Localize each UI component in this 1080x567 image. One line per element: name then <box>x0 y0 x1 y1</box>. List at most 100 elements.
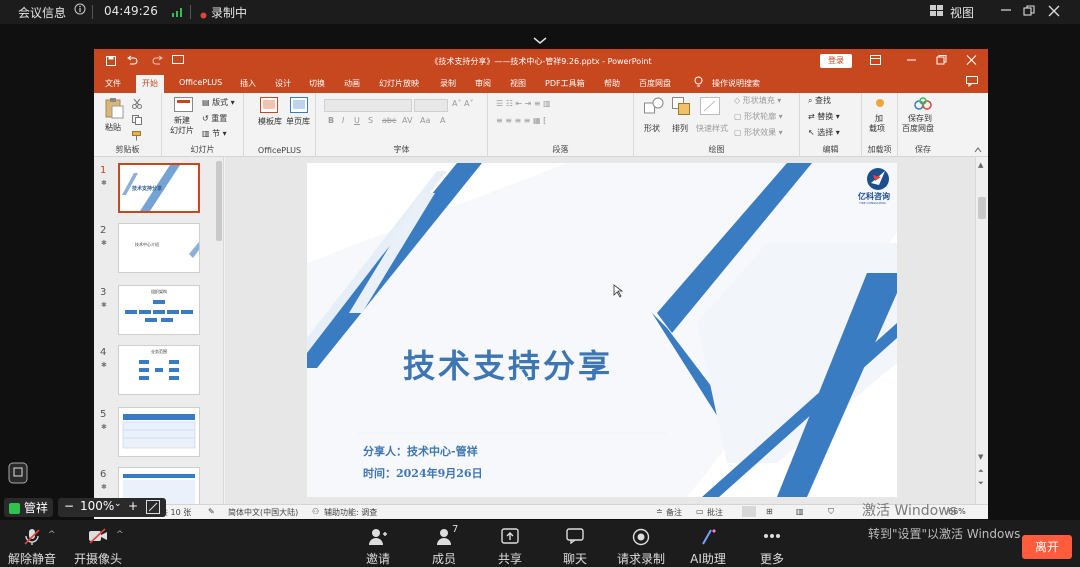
underline-icon[interactable]: U <box>354 116 360 125</box>
grid-view-icon[interactable] <box>930 5 943 20</box>
prev-slide-icon[interactable]: ⏶ <box>978 467 984 476</box>
comments-icon[interactable] <box>966 76 978 89</box>
spellcheck-icon[interactable]: ✎ <box>208 507 215 516</box>
shape-button[interactable]: 形状 <box>644 123 660 134</box>
slide-thumbnail[interactable]: 3 ✱ 组织架构 <box>94 285 212 337</box>
leave-button[interactable]: 离开 <box>1022 535 1072 559</box>
shape-fill-button[interactable]: ◇ 形状填充 ▾ <box>734 95 781 106</box>
request-record-button[interactable]: 请求录制 <box>610 520 672 566</box>
slide[interactable]: 亿科咨询 YIKE CONSULTING 技术支持分享 分享人：技术中心-管祥 … <box>307 163 897 497</box>
minimize-icon[interactable] <box>1000 2 1012 19</box>
scroll-down-icon[interactable]: ▼ <box>978 453 983 461</box>
bold-icon[interactable]: B <box>328 116 334 125</box>
shapes-icon[interactable] <box>644 97 664 117</box>
annotate-icon[interactable] <box>146 500 160 517</box>
camera-button[interactable]: 开摄像头 <box>70 520 126 566</box>
baidu-netdisk-icon[interactable] <box>913 97 933 113</box>
tab-transitions[interactable]: 切换 <box>309 78 325 89</box>
restore-icon[interactable] <box>936 55 947 67</box>
strikethrough-icon[interactable]: abc <box>382 116 396 125</box>
zoom-out-button[interactable]: − <box>64 499 74 513</box>
chevron-down-icon[interactable] <box>533 30 547 49</box>
slide-thumbnail[interactable]: 2 ✱ 技术中心介绍 <box>94 223 212 275</box>
new-slide-icon[interactable] <box>174 97 194 115</box>
arrange-icon[interactable] <box>672 97 692 117</box>
collapse-ribbon-icon[interactable] <box>974 146 982 155</box>
tab-record[interactable]: 录制 <box>440 78 456 89</box>
tell-me-search[interactable]: 操作说明搜索 <box>712 78 760 89</box>
reset-button[interactable]: ↺ 重置 <box>202 113 227 124</box>
ribbon-display-icon[interactable] <box>870 55 881 67</box>
scroll-up-icon[interactable]: ▲ <box>978 161 983 169</box>
next-slide-icon[interactable]: ⏷ <box>978 479 984 488</box>
scroll-thumb[interactable] <box>978 197 986 219</box>
comments-button[interactable]: 批注 <box>707 507 723 518</box>
audio-options-icon[interactable]: ^ <box>48 530 56 540</box>
chat-button[interactable]: 聊天 <box>549 520 601 566</box>
info-icon[interactable] <box>74 3 86 18</box>
single-page-lib-icon[interactable] <box>290 97 308 115</box>
arrange-button[interactable]: 排列 <box>672 123 688 134</box>
tab-baidu-netdisk[interactable]: 百度网盘 <box>639 78 671 89</box>
unmute-button[interactable]: 解除静音 <box>4 520 60 566</box>
quick-style-icon[interactable] <box>700 97 720 117</box>
meeting-info-button[interactable]: 会议信息 <box>18 4 66 21</box>
recording-status[interactable]: 录制中 <box>211 4 247 21</box>
login-button[interactable]: 登录 <box>820 54 852 68</box>
zoom-dropdown-icon[interactable]: ⌄ <box>114 499 122 509</box>
cut-icon[interactable] <box>132 98 142 111</box>
accessibility-status[interactable]: 辅助功能: 调查 <box>324 507 377 518</box>
tab-home[interactable]: 开始 <box>136 75 164 93</box>
font-color-icon[interactable]: A <box>440 116 445 125</box>
tab-design[interactable]: 设计 <box>275 78 291 89</box>
shape-effect-button[interactable]: ▢ 形状效果 ▾ <box>734 127 783 138</box>
quick-style-button[interactable]: 快速样式 <box>696 123 728 134</box>
font-size-select[interactable] <box>414 99 448 112</box>
tab-animations[interactable]: 动画 <box>344 78 360 89</box>
zoom-in-button[interactable]: + <box>128 499 138 513</box>
copy-icon[interactable] <box>132 115 142 127</box>
screenshot-icon[interactable] <box>8 462 28 488</box>
more-button[interactable]: 更多 <box>746 520 798 566</box>
template-lib-icon[interactable] <box>260 97 278 115</box>
slide-thumbnail[interactable]: 4 ✱ 业务范围 <box>94 345 212 397</box>
font-grow-shrink-icon[interactable]: A˄ A˅ <box>452 99 474 108</box>
slide-date[interactable]: 时间：2024年9月26日 <box>363 465 483 481</box>
tab-pdf-toolbox[interactable]: PDF工具箱 <box>545 78 585 89</box>
paste-icon[interactable] <box>104 97 124 121</box>
close-icon[interactable] <box>1048 5 1060 20</box>
members-button[interactable]: 7 成员 <box>418 520 470 566</box>
restore-icon[interactable] <box>1023 5 1035 20</box>
video-options-icon[interactable]: ^ <box>116 530 124 540</box>
format-painter-icon[interactable] <box>132 131 142 143</box>
layout-button[interactable]: ▤ 版式 ▾ <box>202 97 235 108</box>
share-button[interactable]: 共享 <box>484 520 536 566</box>
align-icons[interactable]: ≡ ≡ ≡ ≡ ▦ ⁅ <box>496 116 546 125</box>
save-baidu-label-2[interactable]: 百度网盘 <box>902 123 934 134</box>
shape-outline-button[interactable]: ▢ 形状轮廓 ▾ <box>734 111 783 122</box>
slide-thumbnail[interactable]: 5 ✱ <box>94 407 212 459</box>
addins-label-2[interactable]: 载项 <box>869 123 885 134</box>
zoom-percent[interactable]: 100% <box>80 499 114 513</box>
normal-view-icon[interactable] <box>742 506 756 517</box>
slide-thumbnail[interactable]: 1 ✱ 技术支持分享 <box>94 163 212 215</box>
slide-scrollbar[interactable]: ▲ ▼ ⏶ ⏷ <box>975 157 988 509</box>
slide-sharer[interactable]: 分享人：技术中心-管祥 <box>363 443 478 459</box>
tab-insert[interactable]: 插入 <box>240 78 256 89</box>
language-status[interactable]: 简体中文(中国大陆) <box>228 507 298 518</box>
new-slide-label-2[interactable]: 幻灯片 <box>170 125 194 136</box>
close-icon[interactable] <box>966 55 977 67</box>
invite-button[interactable]: 邀请 <box>352 520 404 566</box>
replace-button[interactable]: ⇄ 替换 ▾ <box>808 111 840 122</box>
slideshow-icon[interactable]: ⛉ <box>828 507 834 517</box>
tab-slideshow[interactable]: 幻灯片放映 <box>379 78 419 89</box>
tab-view[interactable]: 视图 <box>510 78 526 89</box>
ai-assistant-button[interactable]: AI助理 <box>682 520 734 566</box>
italic-icon[interactable]: I <box>342 116 344 125</box>
paste-button[interactable]: 粘贴 <box>105 122 121 133</box>
addins-icon[interactable] <box>874 97 886 111</box>
notes-button[interactable]: 备注 <box>666 507 682 518</box>
shadow-icon[interactable]: S <box>368 116 373 125</box>
tab-help[interactable]: 帮助 <box>604 78 620 89</box>
slide-sorter-icon[interactable]: ⊞ <box>766 507 773 516</box>
